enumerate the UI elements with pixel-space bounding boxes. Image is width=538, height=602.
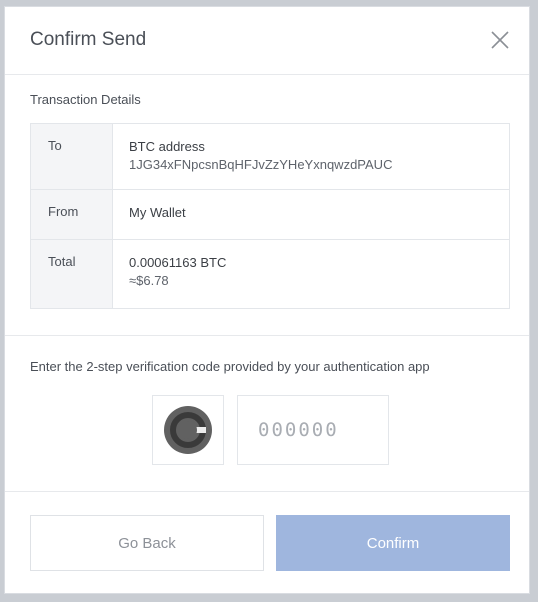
row-value-to: BTC address 1JG34xFNpcsnBqHFJvZzYHeYxnqw… (113, 124, 509, 189)
row-label-to: To (31, 124, 113, 189)
verification-code-input[interactable] (237, 395, 389, 465)
transaction-details-heading: Transaction Details (30, 92, 141, 107)
table-row-from: From My Wallet (31, 190, 509, 240)
section-divider (5, 335, 529, 336)
destination-address: 1JG34xFNpcsnBqHFJvZzYHeYxnqwzdPAUC (129, 157, 393, 172)
row-label-from: From (31, 190, 113, 239)
dialog-title: Confirm Send (30, 29, 147, 50)
row-value-from: My Wallet (113, 190, 509, 239)
destination-type: BTC address (129, 139, 205, 154)
google-authenticator-icon (164, 406, 212, 454)
total-btc: 0.00061163 BTC (129, 255, 227, 270)
close-icon[interactable] (489, 29, 511, 51)
verification-prompt: Enter the 2-step verification code provi… (30, 359, 430, 374)
total-fiat: ≈$6.78 (129, 273, 169, 288)
footer-divider (5, 491, 529, 492)
transaction-details-table: To BTC address 1JG34xFNpcsnBqHFJvZzYHeYx… (30, 123, 510, 309)
confirm-button[interactable]: Confirm (276, 515, 510, 571)
row-value-total: 0.00061163 BTC ≈$6.78 (113, 240, 509, 308)
go-back-button[interactable]: Go Back (30, 515, 264, 571)
source-wallet: My Wallet (129, 205, 186, 220)
table-row-total: Total 0.00061163 BTC ≈$6.78 (31, 240, 509, 308)
confirm-send-dialog: Confirm Send Transaction Details To BTC … (4, 6, 530, 594)
row-label-total: Total (31, 240, 113, 308)
table-row-to: To BTC address 1JG34xFNpcsnBqHFJvZzYHeYx… (31, 124, 509, 190)
authenticator-app-badge (152, 395, 224, 465)
dialog-header: Confirm Send (5, 7, 529, 75)
